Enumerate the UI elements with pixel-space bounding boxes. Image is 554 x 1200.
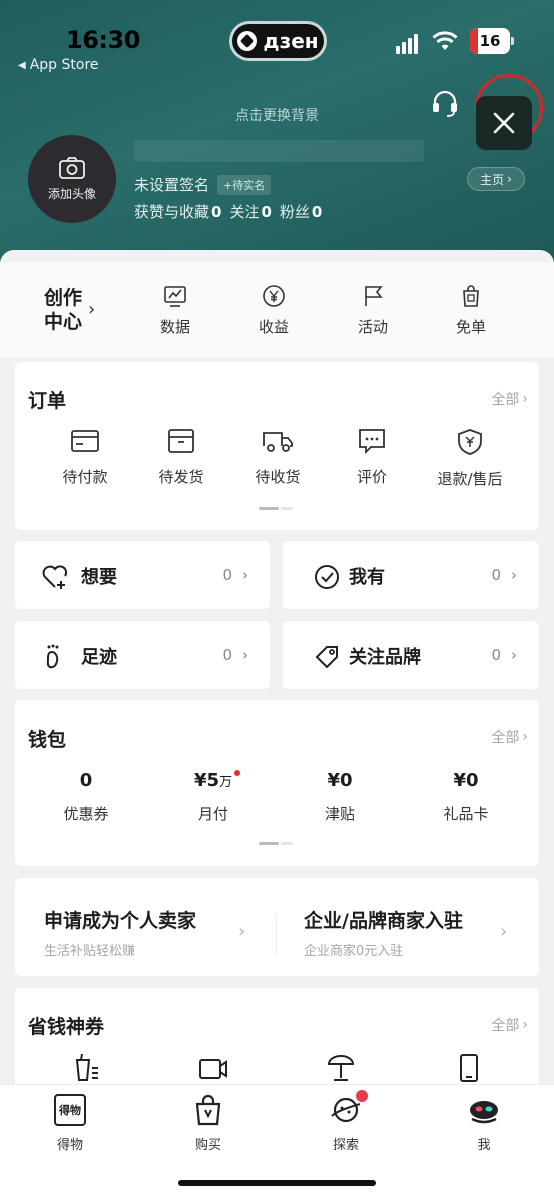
wallet-allowance[interactable]: ¥0 津贴 — [290, 770, 390, 824]
tab-dewu[interactable]: 得物 得物 — [30, 1094, 110, 1153]
quick-earnings[interactable]: 收益 — [244, 284, 304, 337]
dzen-indicator[interactable]: дзен — [232, 24, 324, 58]
heart-plus-icon — [42, 565, 68, 589]
orders-title: 订单 — [28, 390, 67, 412]
dewu-logo-icon: 得物 — [54, 1094, 86, 1126]
change-background-hint[interactable]: 点击更换背景 — [0, 105, 554, 125]
back-to-app-store[interactable]: ◀ App Store — [18, 57, 99, 73]
signature-line[interactable]: 未设置签名 +待实名 — [134, 174, 272, 195]
close-icon — [493, 112, 515, 134]
tab-me[interactable]: 我 — [444, 1094, 524, 1153]
phone-icon[interactable] — [454, 1052, 484, 1082]
order-refund[interactable]: 退款/售后 — [425, 428, 515, 489]
wifi-icon — [432, 31, 458, 50]
beach-umbrella-icon[interactable] — [326, 1052, 356, 1082]
status-bar: 16:30 ◀ App Store дзен 16 — [0, 0, 554, 80]
tab-explore[interactable]: 探索 — [306, 1090, 386, 1153]
yen-coin-icon — [263, 285, 285, 307]
status-time: 16:30 — [66, 26, 140, 54]
order-review[interactable]: 评价 — [327, 428, 417, 487]
battery-icon: 16 — [470, 28, 514, 54]
dzen-label: дзен — [263, 29, 319, 53]
creator-center-link[interactable]: 创作 中心 › — [44, 286, 95, 334]
home-indicator — [178, 1180, 376, 1186]
quick-free-order[interactable]: 免单 — [441, 284, 501, 337]
check-circle-icon — [315, 565, 339, 589]
coupons-all-link[interactable]: 全部 › — [491, 1015, 528, 1035]
card-icon — [71, 430, 99, 452]
notification-dot — [234, 770, 241, 776]
chevron-right-icon: › — [88, 299, 96, 320]
notification-badge — [356, 1090, 368, 1102]
camera-icon — [59, 156, 85, 179]
box-icon — [168, 429, 194, 453]
followed-brands-card[interactable]: 关注品牌 0 › — [283, 621, 539, 689]
wallet-monthly-pay[interactable]: ¥5万 月付 — [163, 770, 263, 824]
chevron-right-icon: › — [522, 1017, 528, 1033]
wallet-all-link[interactable]: 全部 › — [491, 727, 528, 747]
shopping-bag-icon — [195, 1094, 221, 1126]
order-pending-payment[interactable]: 待付款 — [40, 428, 130, 487]
wallet-page-indicator — [259, 842, 293, 846]
order-pending-shipment[interactable]: 待发货 — [136, 428, 226, 487]
orders-page-indicator — [259, 507, 293, 511]
tag-icon — [315, 646, 338, 669]
want-card[interactable]: 想要 0 › — [15, 541, 270, 609]
video-camera-icon[interactable] — [198, 1052, 228, 1082]
verify-tag[interactable]: +待实名 — [217, 174, 272, 195]
signature-text: 未设置签名 — [134, 176, 210, 194]
avatar-icon — [470, 1101, 498, 1124]
drink-cup-icon[interactable] — [72, 1052, 102, 1082]
dzen-star-icon — [237, 31, 258, 51]
chevron-right-icon: › — [507, 172, 512, 186]
seller-divider — [276, 915, 277, 955]
close-button[interactable] — [476, 96, 532, 150]
back-arrow-icon: ◀ — [18, 59, 26, 71]
orders-all-link[interactable]: 全部 › — [491, 389, 528, 409]
footprint-card[interactable]: 足迹 0 › — [15, 621, 270, 689]
avatar-label: 添加头像 — [47, 186, 96, 201]
chevron-right-icon: › — [511, 566, 517, 584]
truck-icon — [263, 432, 293, 452]
coupons-title: 省钱神券 — [28, 1016, 105, 1038]
chevron-right-icon: › — [238, 921, 246, 942]
chevron-right-icon: › — [522, 391, 528, 407]
bag-icon — [463, 285, 479, 307]
quick-activity[interactable]: 活动 — [343, 284, 403, 337]
chart-icon — [164, 286, 186, 307]
likes-stat[interactable]: 获赞与收藏 0 — [134, 201, 221, 222]
profile-stats: 获赞与收藏 0 关注 0 粉丝 0 — [134, 201, 322, 222]
home-page-button[interactable]: 主页 › — [467, 167, 525, 191]
footprint-icon — [46, 644, 59, 669]
chevron-right-icon: › — [242, 566, 248, 584]
quick-data[interactable]: 数据 — [145, 284, 205, 337]
tab-buy[interactable]: 购买 — [168, 1094, 248, 1153]
chevron-right-icon: › — [511, 646, 517, 664]
comment-icon — [359, 429, 385, 454]
wallet-coupons[interactable]: 0 优惠券 — [36, 770, 136, 824]
fans-stat[interactable]: 粉丝 0 — [280, 201, 322, 222]
wallet-title: 钱包 — [28, 729, 67, 751]
username-redacted — [134, 140, 424, 162]
owned-card[interactable]: 我有 0 › — [283, 541, 539, 609]
battery-level: 16 — [479, 32, 501, 50]
order-pending-receipt[interactable]: 待收货 — [233, 428, 323, 487]
flag-icon — [365, 286, 383, 306]
chevron-right-icon: › — [242, 646, 248, 664]
wallet-gift-card[interactable]: ¥0 礼品卡 — [416, 770, 516, 824]
back-label: App Store — [29, 57, 99, 73]
planet-icon — [330, 1090, 368, 1126]
following-stat[interactable]: 关注 0 — [229, 201, 271, 222]
avatar[interactable]: 添加头像 — [28, 135, 116, 223]
chevron-right-icon: › — [500, 921, 508, 942]
headset-icon[interactable] — [430, 88, 460, 118]
cellular-signal-icon — [396, 32, 418, 54]
shield-yen-icon — [458, 429, 482, 455]
chevron-right-icon: › — [522, 729, 528, 745]
